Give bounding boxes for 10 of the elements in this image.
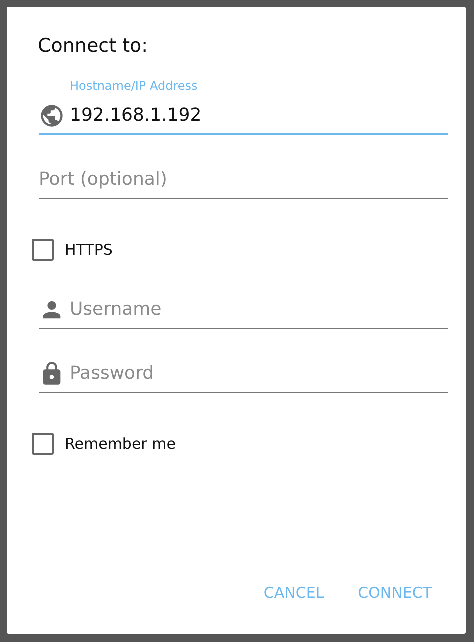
checkbox-label: HTTPS xyxy=(65,241,113,259)
dialog-title: Connect to: xyxy=(38,35,150,59)
input-field[interactable]: Port (optional) xyxy=(39,161,448,199)
checkbox-label: Remember me xyxy=(65,435,176,453)
checkbox[interactable] xyxy=(32,433,54,455)
connect-button[interactable]: CONNECT xyxy=(354,580,436,606)
cancel-button[interactable]: CANCEL xyxy=(260,580,328,606)
checkbox[interactable] xyxy=(32,239,54,261)
globe-icon xyxy=(39,103,65,129)
field-label: Hostname/IP Address xyxy=(70,79,199,95)
